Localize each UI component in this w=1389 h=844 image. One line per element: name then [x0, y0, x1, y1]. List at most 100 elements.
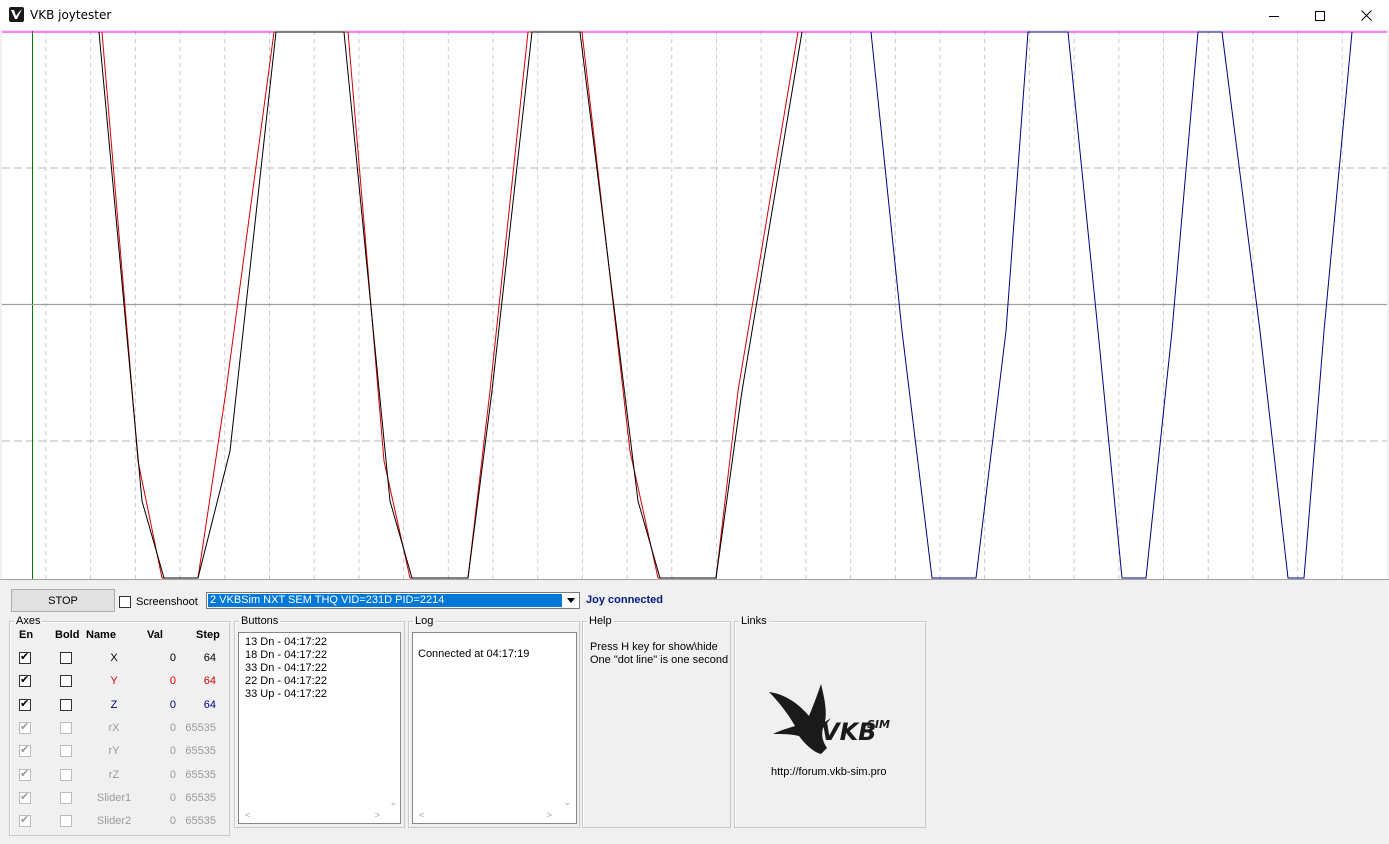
- axis-enable-checkbox[interactable]: ✔: [19, 744, 31, 758]
- help-group: Help Press H key for show\hide One "dot …: [582, 615, 731, 828]
- list-item: 33 Up - 04:17:22: [245, 688, 327, 700]
- axes-header-bold: Bold: [55, 629, 80, 641]
- axis-value: 0: [169, 815, 176, 828]
- axis-bold-checkbox[interactable]: [60, 675, 72, 688]
- chevron-down-icon[interactable]: [563, 593, 579, 608]
- axis-name: Slider2: [96, 815, 132, 828]
- scroll-right-icon[interactable]: >: [375, 810, 380, 820]
- close-icon: [1360, 10, 1372, 21]
- axis-enable-checkbox[interactable]: ✔: [19, 720, 31, 734]
- axis-row-slider1: ✔ Slider1 0 65535: [10, 789, 229, 809]
- axis-enable-checkbox[interactable]: ✔: [19, 815, 31, 828]
- axis-row-x: ✔ X 0 64: [10, 649, 229, 669]
- axis-step: 65535: [185, 815, 216, 828]
- eagle-logo-icon: VKB SIM: [769, 684, 890, 754]
- axis-value: 0: [169, 791, 176, 804]
- axes-group-title: Axes: [14, 615, 43, 627]
- help-line-1: Press H key for show\hide: [590, 641, 718, 653]
- check-icon: ✔: [20, 767, 30, 780]
- axis-step: 64: [203, 698, 216, 711]
- axis-step: 65535: [185, 745, 216, 758]
- axis-name: rZ: [108, 768, 120, 781]
- axis-step: 64: [203, 652, 216, 664]
- axes-header-en: En: [19, 629, 34, 641]
- axes-header-step: Step: [196, 629, 220, 641]
- screenshoot-label: Screenshoot: [136, 596, 198, 608]
- axis-value: 0: [169, 745, 176, 758]
- buttons-group: Buttons 13 Dn - 04:17:22 18 Dn - 04:17:2…: [234, 615, 405, 828]
- log-group-title: Log: [413, 615, 436, 627]
- links-group-title: Links: [739, 615, 769, 627]
- buttons-list[interactable]: 13 Dn - 04:17:22 18 Dn - 04:17:22 33 Dn …: [238, 632, 401, 824]
- device-select-value: 2 VKBSim NXT SEM THQ VID=231D PID=2214: [208, 594, 562, 607]
- joy-status: Joy connected: [586, 594, 664, 606]
- scroll-left-icon[interactable]: <: [245, 810, 250, 820]
- minimize-button[interactable]: [1251, 0, 1297, 31]
- log-list[interactable]: Connected at 04:17:19 ⌄ < >: [412, 632, 577, 824]
- axis-row-rz: ✔ rZ 0 65535: [10, 766, 229, 786]
- scroll-down-icon[interactable]: ⌄: [563, 797, 571, 808]
- axis-enable-checkbox[interactable]: ✔: [19, 652, 31, 664]
- check-icon: ✔: [20, 674, 30, 687]
- device-select[interactable]: 2 VKBSim NXT SEM THQ VID=231D PID=2214: [206, 592, 580, 609]
- check-icon: ✔: [20, 697, 30, 710]
- check-icon: ✔: [20, 720, 30, 733]
- axis-value: 0: [169, 675, 176, 688]
- screenshoot-checkbox[interactable]: [119, 596, 131, 608]
- axis-bold-checkbox[interactable]: [60, 652, 72, 664]
- buttons-group-title: Buttons: [239, 615, 281, 627]
- axis-enable-checkbox[interactable]: ✔: [19, 767, 31, 781]
- check-icon: ✔: [20, 744, 30, 757]
- axis-value: 0: [169, 652, 176, 664]
- axis-bold-checkbox[interactable]: [60, 815, 72, 828]
- axis-value: 0: [169, 698, 176, 711]
- minimize-icon: [1269, 15, 1279, 17]
- axes-header-name: Name: [86, 629, 116, 641]
- maximize-button[interactable]: [1297, 0, 1343, 31]
- axis-row-ry: ✔ rY 0 65535: [10, 742, 229, 762]
- axis-value: 0: [169, 768, 176, 781]
- axis-row-y: ✔ Y 0 64: [10, 672, 229, 692]
- forum-link[interactable]: http://forum.vkb-sim.pro: [771, 766, 887, 778]
- close-button[interactable]: [1343, 0, 1389, 31]
- check-icon: ✔: [20, 790, 30, 803]
- axis-bold-checkbox[interactable]: [60, 745, 72, 758]
- axis-step: 65535: [185, 791, 216, 804]
- axis-bold-checkbox[interactable]: [60, 721, 72, 734]
- axis-row-slider2: ✔ Slider2 0 65535: [10, 812, 229, 832]
- axis-name: Y: [110, 675, 118, 688]
- log-group: Log Connected at 04:17:19 ⌄ < >: [408, 615, 580, 828]
- axis-enable-checkbox[interactable]: ✔: [19, 674, 31, 688]
- axis-row-z: ✔ Z 0 64: [10, 696, 229, 716]
- axis-enable-checkbox[interactable]: ✔: [19, 790, 31, 804]
- axis-plot: [2, 31, 1387, 579]
- axis-bold-checkbox[interactable]: [60, 791, 72, 804]
- axis-name: Z: [110, 698, 118, 711]
- control-panel: STOP Screenshoot 2 VKBSim NXT SEM THQ VI…: [0, 579, 1389, 844]
- help-line-2: One "dot line" is one second: [590, 654, 729, 666]
- list-item: 13 Dn - 04:17:22: [245, 636, 327, 648]
- check-icon: ✔: [20, 651, 30, 663]
- maximize-icon: [1315, 10, 1325, 21]
- list-item: 33 Dn - 04:17:22: [245, 662, 327, 674]
- axis-step: 64: [203, 675, 216, 688]
- app-icon: [9, 7, 24, 22]
- scroll-down-icon[interactable]: ⌄: [389, 797, 397, 808]
- window-title: VKB joytester: [30, 8, 112, 22]
- svg-text:SIM: SIM: [867, 718, 890, 731]
- axis-bold-checkbox[interactable]: [60, 698, 72, 711]
- axes-group: Axes En Bold Name Val Step ✔ X 0 64 ✔ Y 0 64 ✔ Z 0…: [9, 615, 230, 836]
- list-item: 22 Dn - 04:17:22: [245, 675, 327, 687]
- title-bar: VKB joytester: [0, 0, 1389, 31]
- log-entry: Connected at 04:17:19: [418, 648, 530, 660]
- scroll-left-icon[interactable]: <: [419, 810, 424, 820]
- axis-value: 0: [169, 721, 176, 734]
- help-group-title: Help: [587, 615, 614, 627]
- axis-step: 65535: [185, 721, 216, 734]
- axis-bold-checkbox[interactable]: [60, 768, 72, 781]
- axis-name: X: [110, 652, 118, 664]
- axis-enable-checkbox[interactable]: ✔: [19, 697, 31, 711]
- scroll-right-icon[interactable]: >: [547, 810, 552, 820]
- stop-button[interactable]: STOP: [11, 589, 115, 612]
- axis-row-rx: ✔ rX 0 65535: [10, 719, 229, 739]
